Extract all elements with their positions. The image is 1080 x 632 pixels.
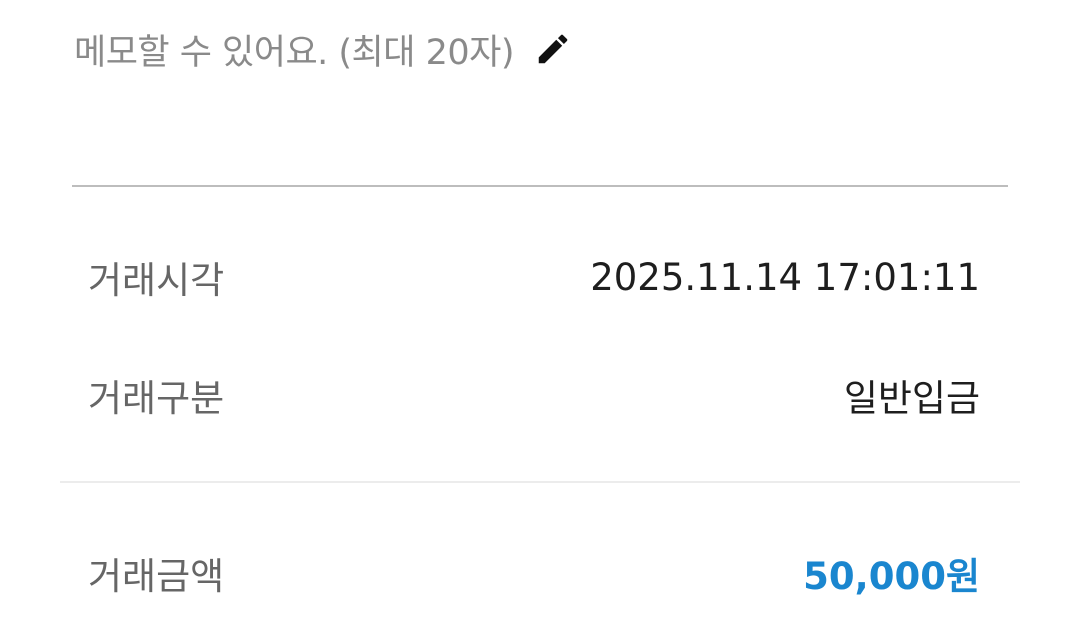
transaction-amount-row: 거래금액 50,000원 [88, 548, 980, 598]
transaction-type-row: 거래구분 일반입금 [88, 370, 980, 420]
memo-field[interactable]: 메모할 수 있어요. (최대 20자) [74, 24, 574, 74]
amount-divider [60, 481, 1020, 483]
memo-placeholder[interactable]: 메모할 수 있어요. (최대 20자) [74, 24, 514, 75]
transaction-type-label: 거래구분 [88, 377, 225, 420]
transaction-type-value: 일반입금 [843, 377, 980, 420]
transaction-amount-label: 거래금액 [88, 555, 225, 598]
transaction-time-label: 거래시각 [88, 259, 225, 302]
pencil-edit-icon[interactable] [534, 29, 574, 69]
transaction-time-row: 거래시각 2025.11.14 17:01:11 [88, 252, 980, 303]
section-divider [72, 185, 1008, 187]
transaction-time-value: 2025.11.14 17:01:11 [590, 255, 980, 299]
transaction-amount-value: 50,000원 [803, 555, 980, 598]
